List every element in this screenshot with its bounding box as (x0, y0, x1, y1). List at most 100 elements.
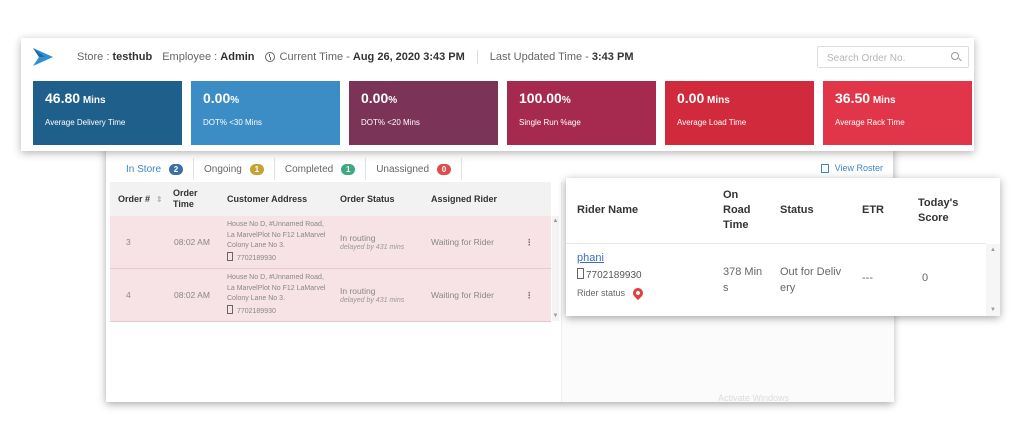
metric-average-load-time: 0.00 Mins Average Load Time (665, 81, 814, 145)
assigned-rider: Waiting for Rider (431, 237, 494, 247)
rider-phone-number: 7702189930 (586, 270, 642, 281)
customer-address: House No D, #Unnamed Road, La MarvelPlot… (227, 216, 325, 268)
tab-label: Unassigned (376, 163, 430, 175)
metric-label: Single Run %age (519, 118, 581, 127)
scroll-up-icon[interactable]: ▲ (552, 218, 559, 224)
metric-value: 0.00 (203, 90, 231, 106)
tab-unassigned[interactable]: Unassigned 0 (366, 158, 463, 180)
metric-dot-30: 0.00% DOT% <30 Mins (191, 81, 340, 145)
employee-label: Employee : (162, 51, 218, 63)
current-time-value: Aug 26, 2020 3:43 PM (352, 51, 465, 63)
info-bar: Store : testhub Employee : Admin Current… (77, 50, 633, 64)
rider-name-link[interactable]: phani (577, 252, 604, 264)
scroll-up-icon[interactable]: ▲ (986, 247, 1000, 253)
rider-table-header: Rider Name On Road Time Status ETR Today… (566, 178, 986, 244)
metric-unit: Mins (707, 95, 730, 106)
more-options-icon[interactable]: ⋮ (525, 269, 534, 321)
order-time: 08:02 AM (174, 237, 210, 247)
rider-scrollbar[interactable]: ▲ ▼ (986, 244, 1000, 316)
view-roster-label: View Roster (834, 163, 883, 173)
column-on-road-time: On Road Time (723, 189, 751, 231)
metric-unit: % (230, 95, 240, 106)
metric-unit: % (561, 95, 571, 106)
column-label: Order Status (340, 194, 395, 204)
tab-completed[interactable]: Completed 1 (275, 158, 367, 180)
current-time-label: Current Time - (279, 51, 350, 63)
orders-table-header: Order # ⇕ Order Time Customer Address Or… (110, 182, 551, 216)
order-tabs: In Store 2 Ongoing 1 Completed 1 Unassig… (116, 158, 463, 180)
todays-score: 0 (922, 272, 929, 284)
phone-icon (577, 268, 584, 279)
clock-icon (264, 52, 275, 62)
column-customer-address: Customer Address (227, 182, 307, 216)
column-assigned-rider: Assigned Rider (431, 182, 497, 216)
roster-icon (820, 163, 829, 173)
more-options-icon[interactable]: ⋮ (525, 216, 534, 268)
metric-value: 0.00 (677, 90, 705, 106)
tab-in-store[interactable]: In Store 2 (116, 158, 195, 180)
phone-icon (227, 251, 233, 261)
header-card: Store : testhub Employee : Admin Current… (21, 38, 974, 151)
view-roster-link[interactable]: View Roster (820, 163, 883, 173)
metric-value: 46.80 (45, 90, 81, 106)
store-value: testhub (112, 51, 153, 63)
customer-phone: 7702189930 (236, 307, 276, 315)
sort-icon[interactable]: ⇕ (156, 195, 163, 204)
column-order-status: Order Status (340, 182, 395, 216)
brand-logo (33, 48, 53, 66)
store-label: Store : (77, 51, 110, 63)
metric-average-delivery-time: 46.80 Mins Average Delivery Time (33, 81, 182, 145)
metric-value: 36.50 (835, 90, 871, 106)
orders-scrollbar[interactable]: ▲ ▼ (552, 216, 559, 321)
metric-label: Average Rack Time (835, 118, 905, 127)
employee-value: Admin (220, 51, 255, 63)
column-order-no[interactable]: Order # ⇕ (118, 182, 163, 216)
order-status: In routing delayed by 431 mins (340, 269, 404, 321)
tab-label: Completed (284, 163, 334, 175)
metric-dot-20: 0.00% DOT% <20 Mins (349, 81, 498, 145)
address-line: House No D, #Unnamed Road, (227, 274, 324, 281)
scroll-down-icon[interactable]: ▼ (552, 313, 559, 319)
count-badge: 1 (341, 163, 356, 175)
last-updated-label: Last Updated Time - (489, 51, 589, 63)
metric-unit: Mins (82, 95, 106, 106)
status-text: In routing (340, 286, 376, 296)
search-box[interactable] (817, 46, 969, 68)
table-row[interactable]: 3 08:02 AM House No D, #Unnamed Road, La… (110, 216, 551, 269)
order-number: 3 (126, 237, 131, 247)
metric-unit: Mins (872, 95, 896, 106)
assigned-rider: Waiting for Rider (431, 290, 494, 300)
status-text: In routing (340, 233, 376, 243)
scroll-down-icon[interactable]: ▼ (986, 307, 1000, 313)
order-number: 4 (126, 290, 131, 300)
metric-unit: % (388, 95, 398, 106)
rider-row[interactable]: phani 7702189930 Rider status 378 Min s … (566, 244, 986, 314)
column-order-time: Order Time (173, 182, 213, 216)
customer-phone: 7702189930 (236, 254, 276, 262)
rider-status-value: Out for Deliv ery (780, 266, 842, 294)
column-rider-name: Rider Name (577, 204, 639, 216)
count-badge: 1 (249, 163, 264, 175)
search-input[interactable] (825, 50, 944, 66)
column-label: Order # (118, 194, 151, 204)
metric-label: Average Load Time (677, 118, 747, 127)
column-label: Customer Address (227, 194, 308, 204)
delay-text: delayed by 431 mins (340, 244, 405, 251)
column-label: Order Time (173, 188, 198, 209)
phone-icon (227, 304, 233, 314)
etr-value: --- (862, 272, 873, 284)
table-row[interactable]: 4 08:02 AM House No D, #Unnamed Road, La… (110, 269, 551, 322)
tab-label: In Store (126, 163, 162, 175)
column-todays-score: Today's Score (918, 196, 959, 224)
metric-single-run: 100.00% Single Run %age (507, 81, 656, 145)
order-status: In routing delayed by 431 mins (340, 216, 404, 268)
rider-card: Rider Name On Road Time Status ETR Today… (566, 178, 1000, 316)
search-icon[interactable] (951, 52, 959, 60)
count-badge: 2 (169, 163, 184, 175)
column-etr: ETR (862, 204, 884, 216)
rider-status[interactable]: Rider status (577, 285, 646, 301)
address-line: La MarvelPlot No F12 LaMarvel (227, 231, 326, 239)
tab-ongoing[interactable]: Ongoing 1 (194, 158, 275, 180)
location-pin-icon[interactable] (630, 285, 646, 301)
divider (476, 50, 478, 64)
